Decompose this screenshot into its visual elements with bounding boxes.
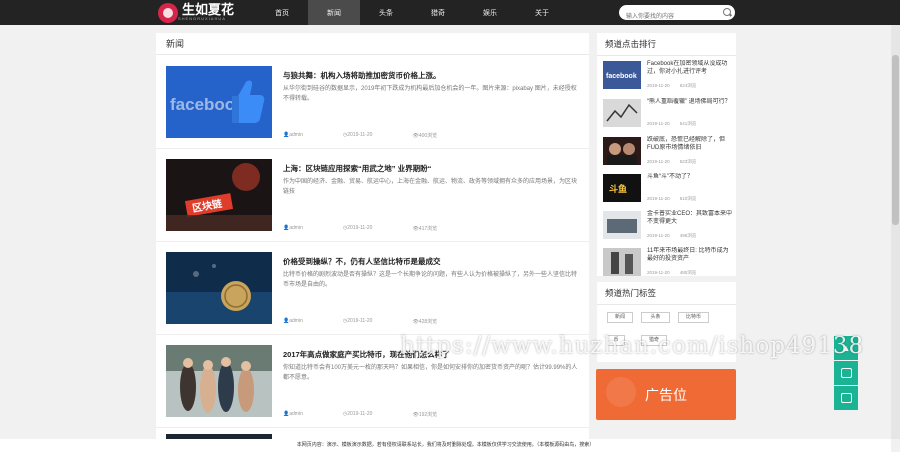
article-meta: 👤admin ◷2019-11-20 👁400浏览 bbox=[283, 132, 477, 139]
rank-thumbnail[interactable]: facebook bbox=[603, 61, 641, 89]
rank-meta: 2019-11-20 510浏览 bbox=[647, 196, 697, 201]
article-item[interactable]: facebook 与狼共舞：机构入场将助推加密货币价格上涨。 从华尔街到硅谷的数… bbox=[156, 56, 589, 149]
article-author: 👤admin bbox=[283, 411, 303, 417]
article-meta: 👤admin ◷2019-11-20 👁192浏览 bbox=[283, 411, 477, 418]
nav-item-curiosity[interactable]: 猎奇 bbox=[412, 0, 464, 25]
article-item[interactable]: 2017年高点做家庭产买比特币，现在他们怎么样了 你知道比特币会有100万美元一… bbox=[156, 335, 589, 428]
article-date: ◷2019-11-20 bbox=[342, 225, 373, 231]
article-date: ◷2019-11-20 bbox=[342, 411, 373, 417]
page-footer: 本网页内容：演示、模板演示数据，若有侵权请联系站长，我们将及时删除处理。本模板仅… bbox=[0, 439, 891, 452]
section-title: 新闻 bbox=[156, 33, 589, 55]
hot-tags-panel: 频道热门标签 新闻 头条 比特币 币 猎奇 bbox=[597, 282, 736, 362]
article-summary: 比特币价格的剧烈波动是否有操纵？这是一个长期争论的问题，有些人认为价格被操纵了，… bbox=[283, 272, 578, 288]
tag-item[interactable]: 比特币 bbox=[678, 312, 709, 323]
rank-item[interactable]: 11年来市场最终日: 比特币成为最好的投资资产 2019-11-20 485浏览 bbox=[603, 246, 732, 282]
scrollbar-thumb[interactable] bbox=[892, 55, 899, 225]
rank-title[interactable]: 金卡普实业CEO：其致富本来中不变得更大 bbox=[647, 210, 733, 234]
article-thumbnail[interactable] bbox=[166, 252, 272, 324]
logo-text: 生如夏花 bbox=[182, 2, 235, 17]
rank-title[interactable]: 跌破底，恐慌已经解除了，但FUD原市场情绪依旧 bbox=[647, 136, 733, 160]
article-summary: 从华尔街到硅谷的数据显示，2019年初下跌成为机构最后加仓机会的一年。图片来源：… bbox=[283, 86, 577, 102]
rank-title[interactable]: Facebook在加密领域从没成功过，你对小扎进行评考 bbox=[647, 60, 733, 84]
article-views: 👁428浏览 bbox=[412, 319, 438, 325]
nav-item-about[interactable]: 关于 bbox=[516, 0, 568, 25]
rank-title[interactable]: 11年来市场最终日: 比特币成为最好的投资资产 bbox=[647, 247, 733, 271]
article-summary: 你知道比特币会有100万美元一枚的那天吗？如果相信，你是如何安排你的加密货币资产… bbox=[283, 365, 578, 381]
svg-text:斗鱼: 斗鱼 bbox=[609, 183, 627, 195]
rank-meta: 2019-11-20 541浏览 bbox=[647, 121, 697, 126]
article-thumbnail[interactable] bbox=[166, 345, 272, 417]
nav-item-home[interactable]: 首页 bbox=[256, 0, 308, 25]
rank-panel-title: 频道点击排行 bbox=[597, 33, 736, 56]
news-list-panel: 新闻 facebook 与狼共舞：机构入场将助推加密货币价格上涨。 从华尔街到硅… bbox=[156, 33, 589, 452]
top-navbar: 生如夏花 SHENGRUXIAHUA 首页 新闻 头条 猎奇 娱乐 关于 bbox=[0, 0, 900, 25]
mail-icon bbox=[840, 393, 852, 403]
rank-thumbnail[interactable] bbox=[603, 248, 641, 276]
rank-thumbnail[interactable] bbox=[603, 211, 641, 239]
article-item[interactable]: 价格受到操纵？不，仍有人坚信比特币是最成交 比特币价格的剧烈波动是否有操纵？这是… bbox=[156, 242, 589, 335]
article-views: 👁192浏览 bbox=[412, 412, 438, 418]
rose-logo-icon bbox=[158, 2, 178, 23]
rank-item[interactable]: facebook Facebook在加密领域从没成功过，你对小扎进行评考 201… bbox=[603, 59, 732, 95]
nav-item-news[interactable]: 新闻 bbox=[308, 0, 360, 25]
svg-text:facebook: facebook bbox=[606, 73, 637, 80]
article-title[interactable]: 价格受到操纵？不，仍有人坚信比特币是最成交 bbox=[283, 256, 583, 267]
article-title[interactable]: 2017年高点做家庭产买比特币，现在他们怎么样了 bbox=[283, 349, 583, 360]
float-button-top[interactable]: ▲ bbox=[834, 336, 858, 360]
tag-item[interactable]: 新闻 bbox=[607, 312, 633, 323]
rank-title[interactable]: “熊人重蹈覆辙” 退场佛局可行？ bbox=[647, 98, 733, 122]
rank-item[interactable]: 跌破底，恐慌已经解除了，但FUD原市场情绪依旧 2019-11-20 523浏览 bbox=[603, 135, 732, 171]
tag-item[interactable]: 币 bbox=[607, 335, 625, 346]
article-thumbnail[interactable]: facebook bbox=[166, 66, 272, 138]
rank-meta: 2019-11-20 485浏览 bbox=[647, 270, 697, 275]
article-title[interactable]: 上海：区块链应用探索“用武之地” 业界期盼“ bbox=[283, 163, 583, 174]
rank-item[interactable]: 斗鱼 斗鱼“斗”不动了？ 2019-11-20 510浏览 bbox=[603, 172, 732, 208]
ad-text: 广告位 bbox=[645, 386, 687, 403]
rank-item[interactable]: “熊人重蹈覆辙” 退场佛局可行？ 2019-11-20 541浏览 bbox=[603, 97, 732, 133]
article-item[interactable]: 区块链 上海：区块链应用探索“用武之地” 业界期盼“ 作为中国的经济、金融、贸易… bbox=[156, 149, 589, 242]
search-icon[interactable] bbox=[723, 8, 731, 16]
float-button-share[interactable] bbox=[834, 361, 858, 385]
article-date: ◷2019-11-20 bbox=[342, 132, 373, 138]
rank-thumbnail[interactable] bbox=[603, 99, 641, 127]
page-scrollbar[interactable] bbox=[891, 25, 900, 439]
rank-thumbnail[interactable]: 斗鱼 bbox=[603, 174, 641, 202]
article-views: 👁400浏览 bbox=[412, 133, 438, 139]
article-author: 👤admin bbox=[283, 132, 303, 138]
site-logo[interactable]: 生如夏花 SHENGRUXIAHUA bbox=[158, 2, 234, 23]
main-nav: 首页 新闻 头条 猎奇 娱乐 关于 bbox=[256, 0, 568, 25]
float-button-mail[interactable] bbox=[834, 386, 858, 410]
tag-item[interactable]: 猎奇 bbox=[641, 335, 667, 346]
article-author: 👤admin bbox=[283, 225, 303, 231]
article-meta: 👤admin ◷2019-11-20 👁417浏览 bbox=[283, 225, 477, 232]
nav-item-entertainment[interactable]: 娱乐 bbox=[464, 0, 516, 25]
tag-item[interactable]: 头条 bbox=[641, 312, 670, 323]
rank-title[interactable]: 斗鱼“斗”不动了？ bbox=[647, 173, 733, 197]
nav-item-headlines[interactable]: 头条 bbox=[360, 0, 412, 25]
tags-panel-title: 频道热门标签 bbox=[597, 282, 736, 305]
rank-meta: 2019-11-20 523浏览 bbox=[647, 159, 697, 164]
search-input[interactable] bbox=[619, 9, 715, 25]
article-meta: 👤admin ◷2019-11-20 👁428浏览 bbox=[283, 318, 477, 325]
share-icon bbox=[840, 368, 852, 378]
rank-item[interactable]: 金卡普实业CEO：其致富本来中不变得更大 2019-11-20 496浏览 bbox=[603, 209, 732, 245]
rank-meta: 2019-11-20 624浏览 bbox=[647, 83, 697, 88]
rank-meta: 2019-11-20 496浏览 bbox=[647, 233, 697, 238]
article-thumbnail[interactable]: 区块链 bbox=[166, 159, 272, 231]
arrow-up-icon: ▲ bbox=[841, 343, 851, 353]
ad-banner[interactable]: 广告位 bbox=[596, 369, 736, 420]
rank-thumbnail[interactable] bbox=[603, 137, 641, 165]
article-date: ◷2019-11-20 bbox=[342, 318, 373, 324]
article-title[interactable]: 与狼共舞：机构入场将助推加密货币价格上涨。 bbox=[283, 70, 583, 81]
article-author: 👤admin bbox=[283, 318, 303, 324]
article-summary: 作为中国的经济、金融、贸易、航运中心，上海在金融、航运、物流、政务等领域拥有众多… bbox=[283, 179, 578, 195]
article-views: 👁417浏览 bbox=[412, 226, 438, 232]
click-rank-panel: 频道点击排行 facebook Facebook在加密领域从没成功过，你对小扎进… bbox=[597, 33, 736, 276]
search-box bbox=[619, 5, 735, 25]
logo-subtitle: SHENGRUXIAHUA bbox=[178, 16, 226, 21]
